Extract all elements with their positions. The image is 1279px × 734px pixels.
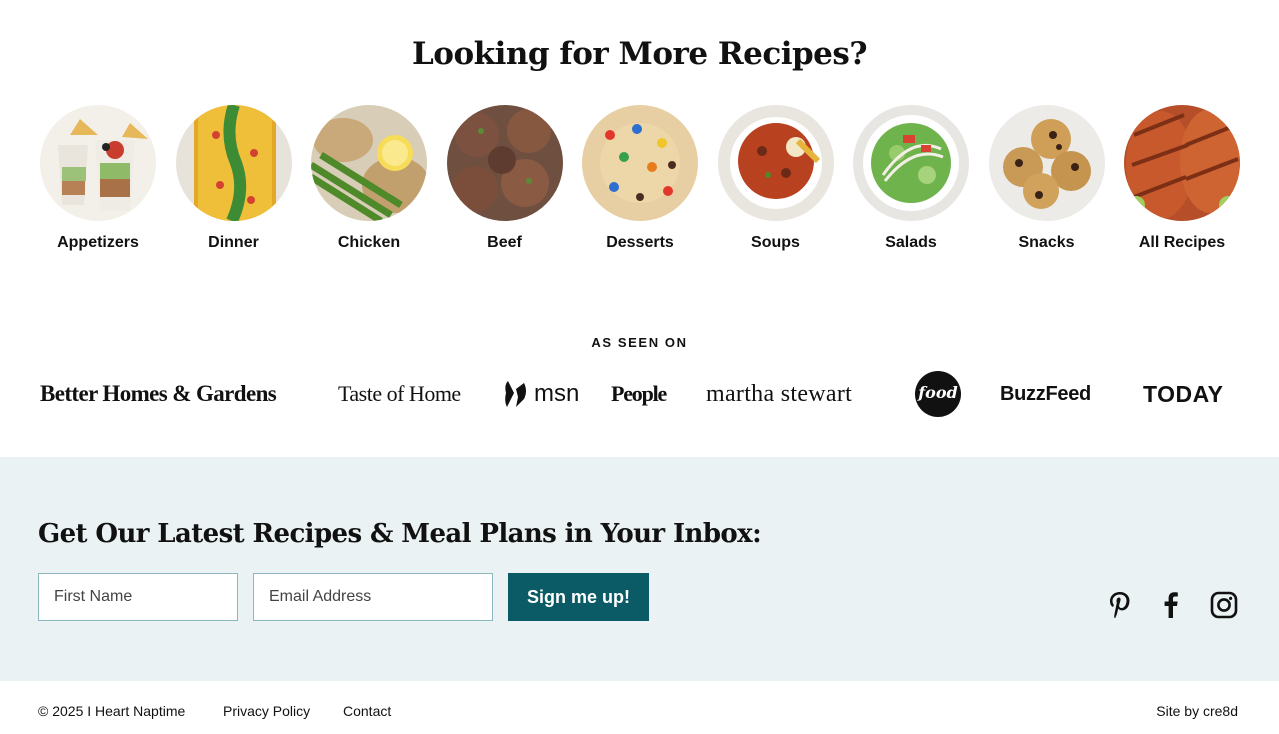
snacks-image[interactable] [988,105,1105,221]
site-footer: © 2025 I Heart Naptime Privacy Policy Co… [0,681,1279,734]
beef-image[interactable] [446,105,563,221]
martha-stewart-logo: martha stewart [706,380,853,407]
contact-link[interactable]: Contact [343,703,391,719]
sign-up-button[interactable]: Sign me up! [508,573,649,621]
category-label: Snacks [1018,234,1075,251]
category-label: Salads [885,234,937,251]
msn-logo-text: msn [534,380,580,407]
newsletter-section: Get Our Latest Recipes & Meal Plans in Y… [0,457,1279,681]
food-network-logo: food [914,368,962,420]
appetizers-image[interactable] [40,105,156,221]
instagram-icon[interactable] [1210,590,1238,620]
category-label: Desserts [606,234,674,251]
category-all-recipes[interactable]: All Recipes [1124,105,1240,252]
as-seen-on-heading: AS SEEN ON [591,335,688,350]
soups-image[interactable] [717,105,834,221]
all-recipes-image[interactable] [1124,105,1240,221]
category-dinner[interactable]: Dinner [175,105,292,252]
press-logos: Better Homes & Gardens Taste of Home msn… [40,368,1237,420]
category-desserts[interactable]: Desserts [582,105,698,252]
email-address-input[interactable] [253,573,493,621]
category-soups[interactable]: Soups [717,105,834,252]
msn-butterfly-icon [505,381,526,407]
food-logo-text: food [917,383,957,402]
category-label: Beef [487,234,522,251]
first-name-input[interactable] [38,573,238,621]
better-homes-gardens-logo: Better Homes & Gardens [40,381,277,406]
salads-image[interactable] [853,105,969,221]
copyright-text: © 2025 I Heart Naptime [38,703,186,719]
privacy-policy-link[interactable]: Privacy Policy [223,703,310,719]
category-beef[interactable]: Beef [446,105,563,252]
category-salads[interactable]: Salads [853,105,969,252]
category-appetizers[interactable]: Appetizers [40,105,156,252]
chicken-image[interactable] [311,105,427,221]
recipe-categories: Appetizers Dinner Chicken Beef Desserts … [40,105,1240,252]
site-credit-link[interactable]: Site by cre8d [1156,703,1238,719]
taste-of-home-logo: Taste of Home [338,381,461,406]
social-links [1108,590,1238,620]
food-network-icon: food [915,371,961,417]
category-label: Chicken [337,234,401,251]
buzzfeed-logo: BuzzFeed [1000,382,1091,405]
category-label: Dinner [208,234,259,251]
category-chicken[interactable]: Chicken [311,105,427,252]
category-label: All Recipes [1138,234,1226,251]
today-logo: TODAY [1143,380,1224,407]
newsletter-title: Get Our Latest Recipes & Meal Plans in Y… [38,519,762,549]
msn-logo: msn [504,368,579,420]
recipes-section-title: Looking for More Recipes? [411,36,868,72]
category-snacks[interactable]: Snacks [988,105,1105,252]
dinner-image[interactable] [175,105,292,221]
pinterest-icon[interactable] [1108,590,1136,620]
category-label: Appetizers [57,234,139,251]
facebook-icon[interactable] [1159,590,1187,620]
desserts-image[interactable] [582,105,698,221]
category-label: Soups [751,234,800,251]
people-logo: People [611,381,667,406]
